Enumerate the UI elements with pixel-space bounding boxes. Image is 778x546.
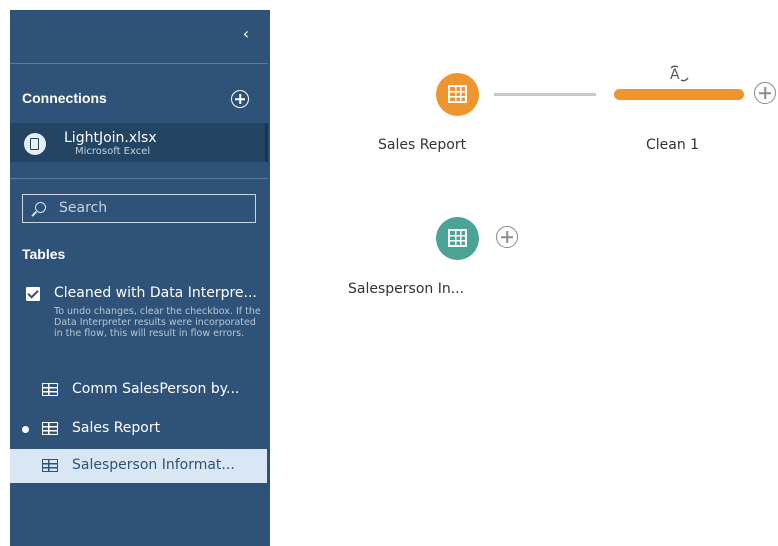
- document-icon: [24, 133, 46, 155]
- table-item-salesperson-information[interactable]: Salesperson Informat...: [10, 449, 267, 483]
- in-flow-indicator: [22, 426, 29, 433]
- data-interpreter-help: To undo changes, clear the checkbox. If …: [54, 306, 261, 339]
- data-interpreter-checkbox[interactable]: [26, 287, 40, 301]
- table-item-label: Salesperson Informat...: [72, 457, 235, 473]
- connection-type: Microsoft Excel: [75, 146, 151, 157]
- clean-step-node[interactable]: [614, 89, 744, 100]
- search-icon: [35, 202, 46, 213]
- search-input[interactable]: Search: [22, 194, 256, 223]
- table-item-label: Sales Report: [72, 420, 161, 436]
- salesperson-info-node-label: Salesperson In...: [348, 281, 465, 297]
- clean-step-label: Clean 1: [646, 137, 700, 153]
- add-step-icon[interactable]: [754, 82, 776, 104]
- salesperson-info-node[interactable]: [436, 217, 479, 260]
- tables-header: Tables: [22, 246, 66, 262]
- add-connection-icon[interactable]: [231, 90, 249, 108]
- data-interpreter-label[interactable]: Cleaned with Data Interpre...: [54, 285, 257, 301]
- table-item-comm-salesperson[interactable]: Comm SalesPerson by...: [10, 375, 268, 406]
- svg-text:A: A: [670, 67, 680, 83]
- sidebar: ‹ Connections LightJoin.xlsx Microsoft E…: [10, 10, 270, 546]
- table-icon: [448, 229, 467, 247]
- table-icon: [42, 422, 58, 435]
- table-icon: [42, 383, 58, 396]
- sales-report-node[interactable]: [436, 73, 479, 116]
- divider: [10, 63, 268, 64]
- table-item-sales-report[interactable]: Sales Report: [10, 414, 268, 445]
- table-item-label: Comm SalesPerson by...: [72, 381, 240, 397]
- connection-item[interactable]: LightJoin.xlsx Microsoft Excel: [10, 123, 268, 162]
- table-icon: [448, 85, 467, 103]
- clean-icon: A: [670, 65, 689, 83]
- search-placeholder: Search: [59, 200, 108, 216]
- flow-connector[interactable]: [494, 93, 596, 96]
- divider: [10, 178, 268, 179]
- connections-header: Connections: [22, 90, 107, 106]
- collapse-sidebar-icon[interactable]: ‹: [238, 24, 254, 44]
- table-icon: [42, 459, 58, 472]
- connection-accent: [265, 123, 268, 162]
- add-step-icon[interactable]: [496, 226, 518, 248]
- connection-name: LightJoin.xlsx: [64, 130, 157, 146]
- sales-report-node-label: Sales Report: [378, 137, 467, 153]
